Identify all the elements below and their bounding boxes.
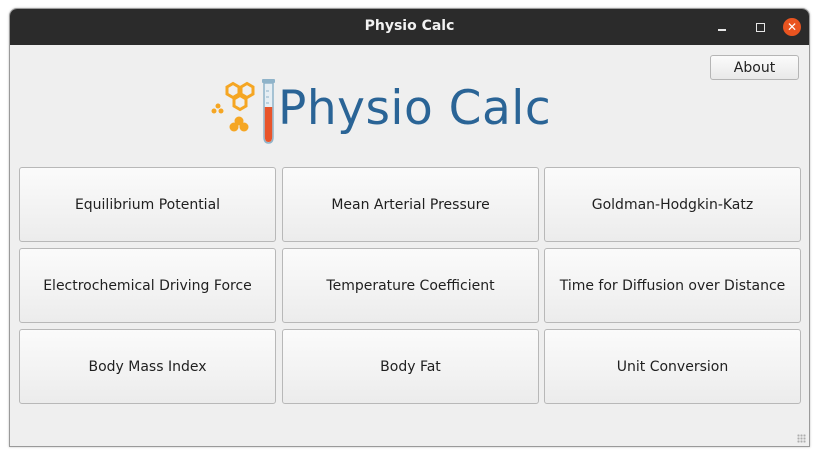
body-mass-index-button[interactable]: Body Mass Index bbox=[19, 329, 276, 404]
logo-title: Physio Calc bbox=[278, 81, 552, 136]
close-button[interactable]: ✕ bbox=[782, 17, 802, 37]
maximize-button[interactable] bbox=[750, 17, 770, 37]
unit-conversion-button[interactable]: Unit Conversion bbox=[544, 329, 801, 404]
minimize-icon bbox=[718, 29, 726, 31]
maximize-icon bbox=[755, 22, 765, 32]
about-button[interactable]: About bbox=[710, 55, 799, 80]
window-title: Physio Calc bbox=[364, 18, 455, 34]
time-for-diffusion-button[interactable]: Time for Diffusion over Distance bbox=[544, 248, 801, 323]
equilibrium-potential-button[interactable]: Equilibrium Potential bbox=[19, 167, 276, 242]
body-fat-button[interactable]: Body Fat bbox=[282, 329, 539, 404]
minimize-button[interactable] bbox=[712, 17, 732, 37]
mean-arterial-pressure-button[interactable]: Mean Arterial Pressure bbox=[282, 167, 539, 242]
flask-honeycomb-logo bbox=[211, 79, 275, 144]
resize-grip[interactable] bbox=[797, 434, 806, 443]
close-icon: ✕ bbox=[783, 18, 801, 36]
app-window: Physio Calc ✕ About Physio Calc Equilibr… bbox=[9, 8, 810, 447]
temperature-coefficient-button[interactable]: Temperature Coefficient bbox=[282, 248, 539, 323]
app-logo: Physio Calc bbox=[208, 71, 588, 145]
goldman-hodgkin-katz-button[interactable]: Goldman-Hodgkin-Katz bbox=[544, 167, 801, 242]
title-bar[interactable]: Physio Calc ✕ bbox=[10, 9, 809, 45]
electrochemical-driving-force-button[interactable]: Electrochemical Driving Force bbox=[19, 248, 276, 323]
